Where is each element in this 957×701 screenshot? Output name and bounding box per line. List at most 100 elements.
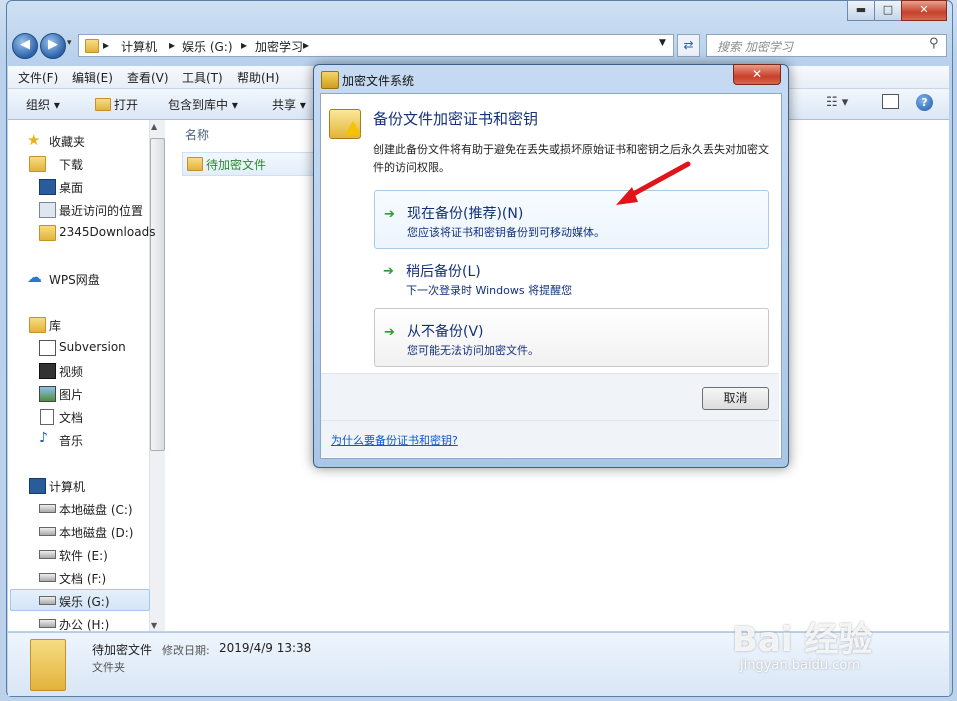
- nav-item-desktop[interactable]: 桌面: [10, 176, 148, 196]
- nav-item-videos[interactable]: 视频: [10, 360, 148, 380]
- forward-button[interactable]: ▶: [40, 33, 66, 59]
- search-icon[interactable]: ⚲: [929, 36, 939, 51]
- drive-icon: [39, 550, 56, 559]
- maximize-button[interactable]: □: [874, 0, 902, 21]
- chevron-down-icon[interactable]: ▼: [659, 38, 666, 48]
- menu-edit[interactable]: 编辑(E): [72, 69, 113, 86]
- drive-icon: [39, 596, 56, 605]
- option-never-backup[interactable]: ➔ 从不备份(V) 您可能无法访问加密文件。: [374, 308, 769, 367]
- address-bar[interactable]: ▸ 计算机 ▸ 娱乐 (G:) ▸ 加密学习 ▸ ▼: [78, 34, 674, 57]
- nav-item-downloads[interactable]: 下载: [10, 153, 148, 173]
- certificate-key-icon: [329, 109, 361, 139]
- nav-label: 视频: [59, 365, 84, 379]
- nav-item-drive-e[interactable]: 软件 (E:): [10, 544, 148, 564]
- nav-item-pictures[interactable]: 图片: [10, 383, 148, 403]
- nav-label: 文档: [59, 411, 84, 425]
- video-icon: [39, 363, 56, 379]
- chevron-right-icon: ▸: [241, 38, 248, 52]
- details-name: 待加密文件: [92, 643, 153, 657]
- breadcrumb-computer[interactable]: 计算机: [121, 38, 157, 55]
- green-arrow-icon: ➔: [383, 264, 394, 279]
- menu-help[interactable]: 帮助(H): [237, 69, 279, 86]
- list-item-folder[interactable]: 待加密文件: [182, 152, 313, 176]
- preview-pane-icon[interactable]: [882, 94, 899, 109]
- nav-scrollbar-thumb[interactable]: [150, 138, 165, 451]
- organize-button[interactable]: 组织 ▾: [26, 96, 60, 113]
- red-annotation-arrow: [616, 161, 691, 205]
- column-header-name[interactable]: 名称: [185, 126, 209, 143]
- drive-icon: [39, 573, 56, 582]
- open-button[interactable]: 打开: [114, 96, 138, 113]
- nav-label: WPS网盘: [49, 273, 100, 287]
- nav-item-documents[interactable]: 文档: [10, 406, 148, 426]
- dialog-description: 创建此备份文件将有助于避免在丢失或损坏原始证书和密钥之后永久丢失对加密文件的访问…: [373, 143, 769, 174]
- chevron-right-icon: ▸: [303, 38, 310, 52]
- drive-icon: [39, 619, 56, 628]
- breadcrumb-folder[interactable]: 加密学习: [255, 38, 303, 55]
- option-subtitle: 您可能无法访问加密文件。: [407, 344, 539, 357]
- nav-item-drive-f[interactable]: 文档 (F:): [10, 567, 148, 587]
- nav-libraries[interactable]: 库: [10, 314, 148, 334]
- menu-tools[interactable]: 工具(T): [182, 69, 223, 86]
- nav-item-drive-h[interactable]: 办公 (H:): [10, 613, 148, 633]
- nav-label: 最近访问的位置: [59, 204, 144, 218]
- nav-label: 收藏夹: [49, 135, 86, 149]
- computer-icon: [29, 478, 46, 494]
- nav-item-drive-c[interactable]: 本地磁盘 (C:): [10, 498, 148, 518]
- menu-view[interactable]: 查看(V): [127, 69, 169, 86]
- minimize-button[interactable]: ▬: [847, 0, 875, 21]
- pictures-icon: [39, 386, 56, 402]
- folder-icon: [187, 157, 203, 171]
- drive-icon: [39, 527, 56, 536]
- nav-label: 本地磁盘 (D:): [59, 526, 134, 540]
- nav-item-recent-places[interactable]: 最近访问的位置: [10, 199, 148, 219]
- details-modified-label: 修改日期:: [162, 644, 210, 657]
- nav-label: 办公 (H:): [59, 618, 110, 632]
- open-folder-icon: [95, 98, 111, 111]
- large-folder-icon: [30, 639, 66, 691]
- cancel-button[interactable]: 取消: [702, 387, 769, 410]
- desktop-icon: [39, 179, 56, 195]
- share-button[interactable]: 共享 ▾: [272, 96, 306, 113]
- help-link[interactable]: 为什么要备份证书和密钥?: [331, 432, 458, 448]
- include-in-library-button[interactable]: 包含到库中 ▾: [168, 96, 238, 113]
- nav-favorites[interactable]: ★ 收藏夹: [10, 130, 148, 150]
- nav-label: 库: [49, 319, 62, 333]
- breadcrumb-drive[interactable]: 娱乐 (G:): [182, 38, 233, 55]
- nav-item-music[interactable]: ♪ 音乐: [10, 429, 148, 449]
- subversion-icon: [39, 340, 56, 356]
- recent-places-icon: [39, 202, 56, 218]
- drive-icon: [39, 504, 56, 513]
- folder-icon: [85, 39, 99, 53]
- nav-item-subversion[interactable]: Subversion: [10, 337, 148, 357]
- star-icon: ★: [27, 131, 41, 149]
- baidu-watermark: Bai 经验 jingyan.baidu.com: [732, 608, 912, 688]
- nav-label: 桌面: [59, 181, 84, 195]
- back-button[interactable]: ◀: [12, 33, 38, 59]
- menu-file[interactable]: 文件(F): [18, 69, 58, 86]
- cloud-icon: ☁: [27, 268, 42, 286]
- nav-computer[interactable]: 计算机: [10, 475, 148, 495]
- option-title: 现在备份(推荐)(N): [407, 206, 524, 222]
- recent-pages-icon[interactable]: ▾: [67, 38, 72, 48]
- nav-item-drive-d[interactable]: 本地磁盘 (D:): [10, 521, 148, 541]
- watermark-brand: Bai 经验: [732, 620, 873, 660]
- chevron-right-icon: ▸: [169, 38, 176, 52]
- option-subtitle: 下一次登录时 Windows 将提醒您: [406, 284, 573, 297]
- nav-item-drive-g[interactable]: 娱乐 (G:): [10, 589, 150, 611]
- nav-wps-drive[interactable]: ☁ WPS网盘: [10, 268, 148, 288]
- option-backup-later[interactable]: ➔ 稍后备份(L) 下一次登录时 Windows 将提醒您: [374, 250, 767, 307]
- nav-label: Subversion: [59, 340, 126, 354]
- nav-item-2345downloads[interactable]: 2345Downloads: [10, 222, 155, 242]
- search-box[interactable]: 搜索 加密学习 ⚲: [706, 34, 947, 57]
- scroll-down-icon[interactable]: ▼: [151, 621, 157, 630]
- view-options-icon[interactable]: ☷ ▾: [826, 95, 848, 110]
- scroll-up-icon[interactable]: ▲: [151, 122, 157, 131]
- library-icon: [29, 317, 46, 333]
- dialog-close-button[interactable]: ✕: [733, 64, 781, 85]
- help-icon[interactable]: ?: [916, 94, 933, 111]
- option-backup-now[interactable]: ➔ 现在备份(推荐)(N) 您应该将证书和密钥备份到可移动媒体。: [374, 190, 769, 249]
- close-button[interactable]: ✕: [901, 0, 947, 21]
- refresh-icon[interactable]: ⇄: [677, 34, 700, 57]
- green-arrow-icon: ➔: [384, 325, 395, 340]
